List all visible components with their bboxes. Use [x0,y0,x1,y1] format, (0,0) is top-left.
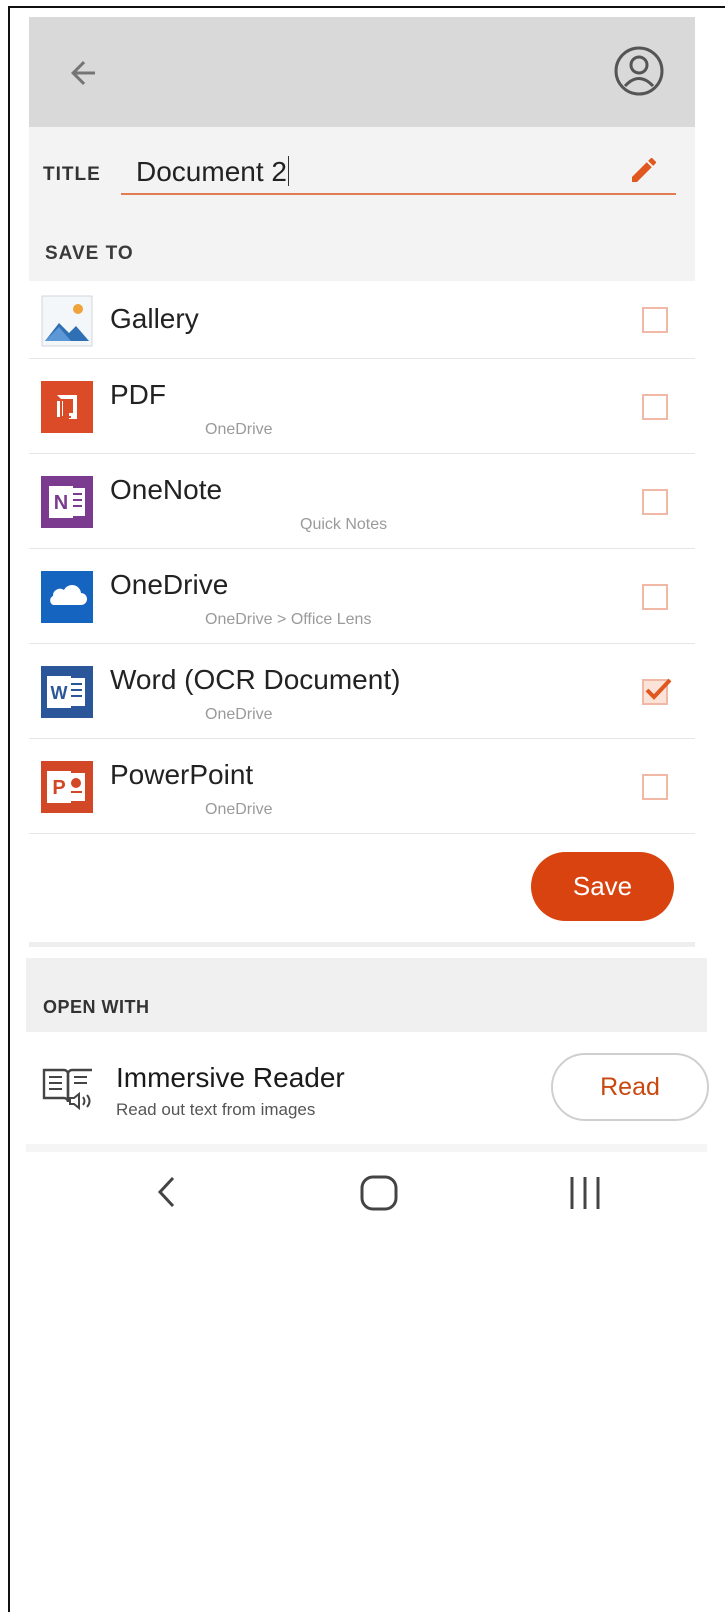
arrow-left-icon[interactable] [65,55,101,91]
text-caret [287,156,289,186]
word-checkbox[interactable] [642,678,672,705]
pdf-label: PDF [110,379,166,410]
pencil-icon[interactable] [628,154,660,186]
onenote-checkbox[interactable] [642,489,668,515]
word-icon: W [41,666,93,718]
svg-text:W: W [51,683,68,703]
gallery-checkbox[interactable] [642,307,668,333]
account-circle-icon[interactable] [613,45,665,97]
title-label: TITLE [43,164,101,185]
powerpoint-icon: P [41,761,93,813]
title-input[interactable]: Document 2 [121,147,676,195]
nav-home-icon[interactable] [359,1173,399,1213]
pdf-location: OneDrive [205,421,273,438]
list-item-powerpoint[interactable]: P PowerPoint OneDrive [29,739,695,834]
system-navigation-bar [26,1152,707,1232]
svg-text:N: N [54,492,68,514]
onedrive-location: OneDrive > Office Lens [205,611,372,628]
svg-text:P: P [52,777,65,799]
list-item-word[interactable]: W Word (OCR Document) OneDrive [29,644,695,739]
word-location: OneDrive [205,706,273,723]
title-section: TITLE Document 2 [29,127,695,225]
bottom-strip [26,1144,707,1152]
list-item-gallery[interactable]: Gallery [29,281,695,359]
top-app-bar [29,17,695,127]
list-item-onedrive[interactable]: OneDrive OneDrive > Office Lens [29,549,695,644]
nav-recents-icon[interactable] [566,1173,606,1213]
read-button[interactable]: Read [551,1053,709,1121]
onenote-label: OneNote [110,474,223,505]
save-button[interactable]: Save [531,852,674,921]
nav-back-icon[interactable] [151,1172,181,1212]
onedrive-label: OneDrive [110,569,229,600]
list-item-pdf[interactable]: PDF OneDrive [29,359,695,454]
immersive-reader-subtitle: Read out text from images [116,1100,316,1119]
immersive-reader-row[interactable]: Immersive Reader Read out text from imag… [26,1032,709,1144]
pdf-checkbox[interactable] [642,394,668,420]
immersive-reader-icon [42,1068,92,1111]
open-with-header: OPEN WITH [26,958,707,1032]
word-label: Word (OCR Document) [110,664,401,695]
title-value[interactable]: Document 2 [136,156,289,188]
save-to-label: SAVE TO [45,243,134,264]
powerpoint-location: OneDrive [205,801,273,818]
save-to-list: Gallery PDF OneDrive N OneNote Quick Not… [29,281,695,834]
check-icon [645,678,672,700]
onedrive-checkbox[interactable] [642,584,668,610]
immersive-reader-title: Immersive Reader [116,1062,345,1093]
powerpoint-label: PowerPoint [110,759,254,790]
gallery-icon [41,295,93,347]
gallery-label: Gallery [110,303,199,334]
onenote-icon: N [41,476,93,528]
onenote-location: Quick Notes [300,516,388,533]
onedrive-icon [41,571,93,623]
open-with-label: OPEN WITH [43,997,150,1017]
list-item-onenote[interactable]: N OneNote Quick Notes [29,454,695,549]
section-divider [29,942,695,947]
powerpoint-checkbox[interactable] [642,774,668,800]
save-to-header: SAVE TO [29,225,695,281]
pdf-icon [41,381,93,433]
